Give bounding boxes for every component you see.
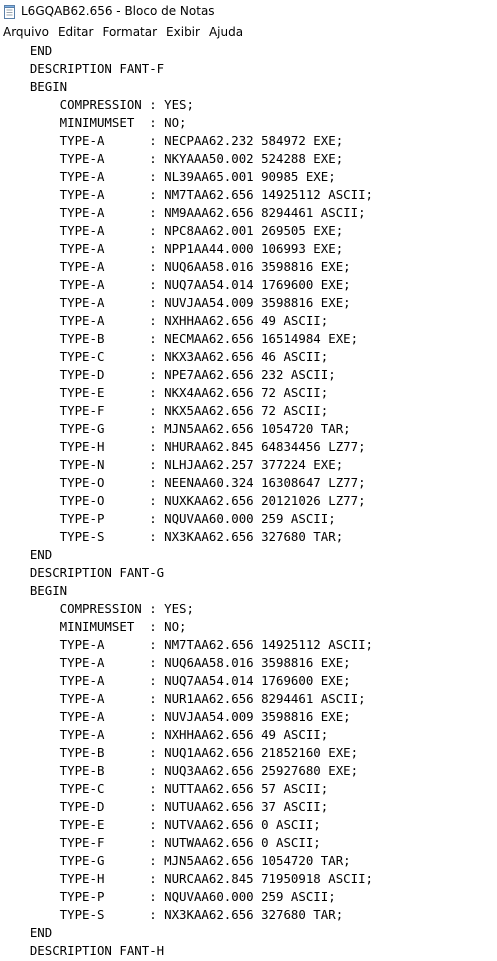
text-line: TYPE-F : NUTWAA62.656 0 ASCII;: [0, 835, 321, 850]
text-line: TYPE-P : NQUVAA60.000 259 ASCII;: [0, 889, 336, 904]
text-line: COMPRESSION : YES;: [0, 97, 194, 112]
text-line: TYPE-O : NEENAA60.324 16308647 LZ77;: [0, 475, 366, 490]
menu-bar: Arquivo Editar Formatar Exibir Ajuda: [0, 22, 497, 43]
text-line: TYPE-A : NUVJAA54.009 3598816 EXE;: [0, 295, 351, 310]
text-line: TYPE-A : NPP1AA44.000 106993 EXE;: [0, 241, 344, 256]
text-line: TYPE-C : NUTTAA62.656 57 ASCII;: [0, 781, 329, 796]
text-editor[interactable]: END DESCRIPTION FANT-F BEGIN COMPRESSION…: [0, 42, 497, 961]
notepad-icon: [4, 4, 16, 19]
text-line: END: [0, 43, 53, 58]
window-title: L6GQAB62.656 - Bloco de Notas: [21, 4, 215, 18]
text-line: TYPE-E : NKX4AA62.656 72 ASCII;: [0, 385, 329, 400]
text-line: TYPE-O : NUXKAA62.656 20121026 LZ77;: [0, 493, 366, 508]
text-line: TYPE-B : NECMAA62.656 16514984 EXE;: [0, 331, 359, 346]
text-line: TYPE-H : NHURAA62.845 64834456 LZ77;: [0, 439, 366, 454]
text-line: END: [0, 547, 53, 562]
text-line: TYPE-A : NUQ6AA58.016 3598816 EXE;: [0, 655, 351, 670]
text-line: TYPE-D : NUTUAA62.656 37 ASCII;: [0, 799, 329, 814]
text-line: TYPE-C : NKX3AA62.656 46 ASCII;: [0, 349, 329, 364]
text-line: TYPE-A : NXHHAA62.656 49 ASCII;: [0, 727, 329, 742]
notepad-window: L6GQAB62.656 - Bloco de Notas Arquivo Ed…: [0, 0, 497, 961]
text-line: TYPE-A : NM9AAA62.656 8294461 ASCII;: [0, 205, 366, 220]
text-line: BEGIN: [0, 583, 68, 598]
text-line: TYPE-A : NUQ7AA54.014 1769600 EXE;: [0, 673, 351, 688]
text-line: TYPE-S : NX3KAA62.656 327680 TAR;: [0, 907, 344, 922]
text-line: TYPE-H : NURCAA62.845 71950918 ASCII;: [0, 871, 373, 886]
menu-arquivo[interactable]: Arquivo: [0, 23, 52, 41]
text-line: TYPE-A : NM7TAA62.656 14925112 ASCII;: [0, 187, 373, 202]
title-bar[interactable]: L6GQAB62.656 - Bloco de Notas: [0, 0, 497, 22]
text-line: TYPE-G : MJN5AA62.656 1054720 TAR;: [0, 421, 351, 436]
text-line: TYPE-B : NUQ1AA62.656 21852160 EXE;: [0, 745, 359, 760]
text-line: TYPE-A : NUQ7AA54.014 1769600 EXE;: [0, 277, 351, 292]
text-line: TYPE-D : NPE7AA62.656 232 ASCII;: [0, 367, 336, 382]
text-line: TYPE-A : NL39AA65.001 90985 EXE;: [0, 169, 336, 184]
text-line: TYPE-A : NUR1AA62.656 8294461 ASCII;: [0, 691, 366, 706]
text-line: MINIMUMSET : NO;: [0, 115, 187, 130]
text-line: TYPE-B : NUQ3AA62.656 25927680 EXE;: [0, 763, 359, 778]
text-line: TYPE-A : NUQ6AA58.016 3598816 EXE;: [0, 259, 351, 274]
text-line: TYPE-F : NKX5AA62.656 72 ASCII;: [0, 403, 329, 418]
text-line: END: [0, 925, 53, 940]
text-line: TYPE-S : NX3KAA62.656 327680 TAR;: [0, 529, 344, 544]
text-line: TYPE-A : NXHHAA62.656 49 ASCII;: [0, 313, 329, 328]
menu-formatar[interactable]: Formatar: [99, 23, 160, 41]
text-line: TYPE-A : NUVJAA54.009 3598816 EXE;: [0, 709, 351, 724]
text-line: TYPE-P : NQUVAA60.000 259 ASCII;: [0, 511, 336, 526]
text-line: DESCRIPTION FANT-G: [0, 565, 165, 580]
text-line: TYPE-A : NECPAA62.232 584972 EXE;: [0, 133, 344, 148]
text-line: TYPE-N : NLHJAA62.257 377224 EXE;: [0, 457, 344, 472]
text-line: TYPE-A : NKYAAA50.002 524288 EXE;: [0, 151, 344, 166]
text-line: MINIMUMSET : NO;: [0, 619, 187, 634]
text-line: TYPE-G : MJN5AA62.656 1054720 TAR;: [0, 853, 351, 868]
text-line: DESCRIPTION FANT-H: [0, 943, 165, 958]
menu-editar[interactable]: Editar: [55, 23, 97, 41]
text-line: BEGIN: [0, 79, 68, 94]
text-line: TYPE-E : NUTVAA62.656 0 ASCII;: [0, 817, 321, 832]
text-line: DESCRIPTION FANT-F: [0, 61, 165, 76]
text-line: TYPE-A : NM7TAA62.656 14925112 ASCII;: [0, 637, 373, 652]
document-text[interactable]: END DESCRIPTION FANT-F BEGIN COMPRESSION…: [0, 42, 373, 960]
text-line: COMPRESSION : YES;: [0, 601, 194, 616]
menu-ajuda[interactable]: Ajuda: [206, 23, 246, 41]
text-line: TYPE-A : NPC8AA62.001 269505 EXE;: [0, 223, 344, 238]
menu-exibir[interactable]: Exibir: [163, 23, 203, 41]
